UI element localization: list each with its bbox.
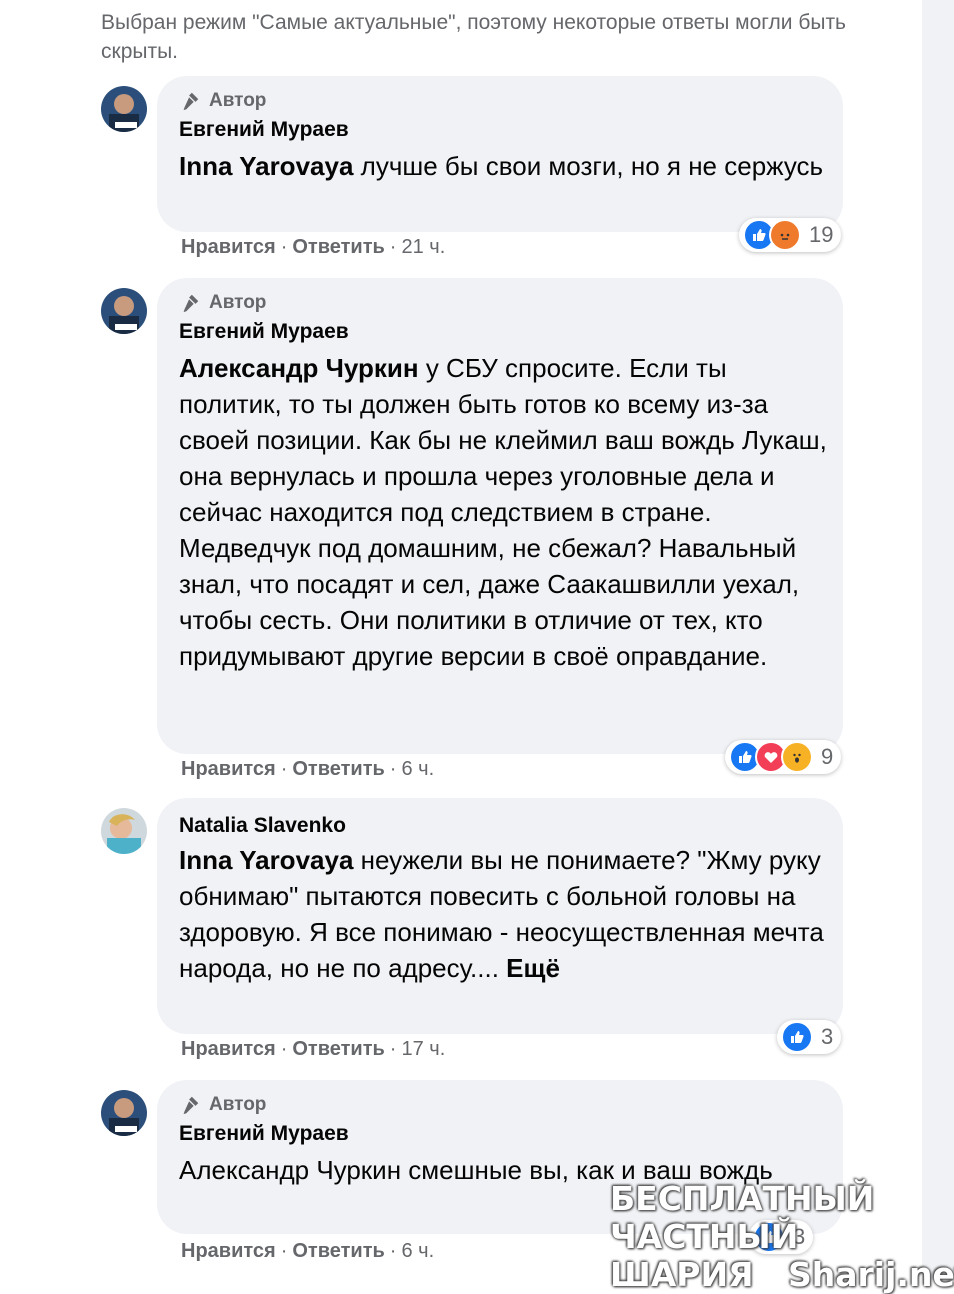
watermark: БЕСПЛАТНЫЙ ЧАСТНЫЙ ШАРИЯ Sharij.net	[610, 1179, 954, 1294]
reaction-count: 19	[809, 222, 834, 247]
like-icon	[781, 1021, 813, 1053]
comment-actions: Нравится · Ответить · 6 ч.	[181, 1240, 435, 1262]
like-button[interactable]: Нравится	[181, 236, 276, 258]
reactions-summary[interactable]: 9	[725, 740, 842, 774]
wow-icon	[781, 741, 813, 773]
like-button[interactable]: Нравится	[181, 758, 276, 780]
angry-icon	[769, 219, 801, 251]
avatar[interactable]	[101, 86, 147, 132]
sort-mode-notice: Выбран режим "Самые актуальные", поэтому…	[101, 11, 846, 63]
reply-button[interactable]: Ответить	[292, 1240, 384, 1262]
comment-bubble: Natalia Slavenko Inna Yarovaya неужели в…	[157, 798, 843, 1034]
comment-actions: Нравится · Ответить · 17 ч.	[181, 1038, 446, 1060]
comment-actions: Нравится · Ответить · 21 ч.	[181, 236, 446, 258]
reply-button[interactable]: Ответить	[292, 1038, 384, 1060]
comment-text: Inna Yarovaya неужели вы не понимаете? "…	[179, 845, 824, 983]
reactions-summary[interactable]: 19	[739, 218, 842, 252]
microphone-icon	[183, 294, 199, 313]
mention-link[interactable]: Inna Yarovaya	[179, 151, 353, 181]
comment-author-name[interactable]: Natalia Slavenko	[179, 814, 346, 838]
author-badge: Автор	[179, 90, 266, 112]
comment-actions: Нравится · Ответить · 6 ч.	[181, 758, 435, 780]
avatar[interactable]	[101, 288, 147, 334]
mention-link[interactable]: Александр Чуркин	[179, 353, 419, 383]
avatar[interactable]	[101, 1090, 147, 1136]
timestamp[interactable]: 21 ч.	[401, 236, 445, 258]
see-more-link[interactable]: Ещё	[506, 953, 560, 983]
mention-link[interactable]: Inna Yarovaya	[179, 845, 353, 875]
reactions-summary[interactable]: 3	[777, 1020, 842, 1054]
reply-button[interactable]: Ответить	[292, 236, 384, 258]
timestamp[interactable]: 6 ч.	[401, 758, 434, 780]
timestamp[interactable]: 17 ч.	[401, 1038, 445, 1060]
avatar[interactable]	[101, 808, 147, 854]
reaction-count: 3	[821, 1024, 834, 1049]
comment-bubble: Автор Евгений Мураев Александр Чуркин у …	[157, 278, 843, 754]
microphone-icon	[183, 1096, 199, 1115]
comment-text: Александр Чуркин у СБУ спросите. Если ты…	[179, 353, 827, 671]
like-button[interactable]: Нравится	[181, 1038, 276, 1060]
like-button[interactable]: Нравится	[181, 1240, 276, 1262]
microphone-icon	[183, 92, 199, 111]
comment-author-name[interactable]: Евгений Мураев	[179, 118, 349, 142]
author-badge: Автор	[179, 1094, 266, 1116]
comment-text: Inna Yarovaya лучше бы свои мозги, но я …	[179, 151, 824, 181]
timestamp[interactable]: 6 ч.	[401, 1240, 434, 1262]
scrollbar[interactable]	[922, 0, 954, 1280]
reply-button[interactable]: Ответить	[292, 758, 384, 780]
comment-author-name[interactable]: Евгений Мураев	[179, 1122, 349, 1146]
comment-author-name[interactable]: Евгений Мураев	[179, 320, 349, 344]
comment-bubble: Автор Евгений Мураев Inna Yarovaya лучше…	[157, 76, 843, 232]
author-badge: Автор	[179, 292, 266, 314]
reaction-count: 9	[821, 744, 834, 769]
